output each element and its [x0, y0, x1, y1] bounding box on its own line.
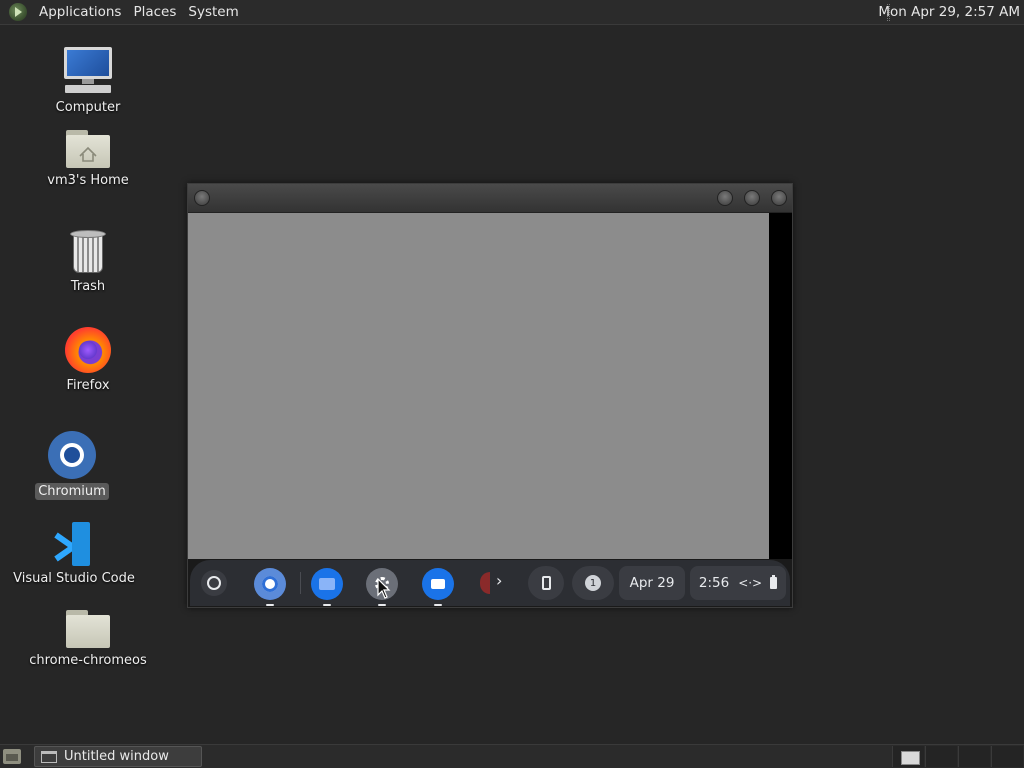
status-tray[interactable]: 2:56 <·>	[690, 566, 786, 600]
minimize-button[interactable]	[717, 190, 733, 206]
menu-system[interactable]: System	[182, 0, 244, 25]
app-window[interactable]: › 1 Apr 29 2:56 <·>	[187, 183, 793, 608]
shelf-divider	[300, 572, 301, 594]
status-time: 2:56	[698, 575, 730, 591]
desktop-icon-label: vm3's Home	[47, 173, 129, 188]
chromium-icon	[48, 431, 96, 479]
close-button[interactable]	[771, 190, 787, 206]
running-indicator	[323, 604, 331, 606]
partial-app-icon[interactable]	[480, 572, 490, 594]
menu-applications[interactable]: Applications	[33, 0, 127, 25]
desktop-icon-label: chrome-chromeos	[29, 653, 147, 668]
running-indicator	[378, 604, 386, 606]
desktop-icon-trash[interactable]: Trash	[18, 230, 158, 295]
launcher-button[interactable]	[201, 570, 227, 596]
desktop-icon-label: Chromium	[35, 483, 109, 500]
window-icon	[41, 750, 57, 763]
desktop-icon-label: Firefox	[66, 378, 110, 393]
desktop-icon-computer[interactable]: Computer	[18, 47, 158, 116]
trash-icon	[70, 230, 106, 274]
workspace-2[interactable]	[925, 746, 957, 767]
firefox-icon	[65, 327, 111, 373]
home-folder-icon	[66, 130, 110, 168]
desktop-icon-label: Trash	[70, 279, 106, 294]
computer-icon	[63, 47, 113, 95]
shelf-overflow-chevron-icon[interactable]: ›	[496, 571, 502, 590]
window-menu-button[interactable]	[194, 190, 210, 206]
maximize-button[interactable]	[744, 190, 760, 206]
distro-logo-icon[interactable]	[9, 3, 27, 21]
window-content[interactable]	[188, 213, 769, 559]
show-desktop-icon[interactable]	[3, 749, 21, 764]
chrome-icon[interactable]	[254, 568, 286, 606]
notification-count-badge: 1	[585, 575, 601, 591]
chromeos-shelf: › 1 Apr 29 2:56 <·>	[190, 560, 790, 606]
camera-icon[interactable]	[422, 568, 454, 606]
files-icon[interactable]	[311, 568, 343, 606]
taskbar-window-title: Untitled window	[64, 749, 169, 764]
date-tray[interactable]: Apr 29	[619, 566, 685, 600]
window-right-strip	[769, 213, 792, 559]
window-titlebar[interactable]	[188, 184, 792, 213]
taskbar-window-button[interactable]: Untitled window	[34, 746, 202, 767]
desktop-icon-chromium[interactable]: Chromium	[2, 431, 142, 500]
folder-icon	[66, 610, 110, 648]
desktop-icon-label: Visual Studio Code	[13, 571, 135, 586]
top-panel: Applications Places System Mon Apr 29, 2…	[0, 0, 1024, 25]
desktop-icon-home[interactable]: vm3's Home	[18, 130, 158, 189]
desktop-icon-label: Computer	[55, 100, 121, 115]
notification-tray[interactable]: 1	[572, 566, 614, 600]
desktop-icon-firefox[interactable]: Firefox	[18, 327, 158, 394]
battery-icon	[770, 575, 778, 589]
desktop-icon-vscode[interactable]: Visual Studio Code	[4, 522, 144, 587]
desktop-icon-chrome-chromeos[interactable]: chrome-chromeos	[18, 610, 158, 669]
workspace-1[interactable]	[892, 746, 924, 767]
workspace-4[interactable]	[991, 746, 1023, 767]
panel-clock[interactable]: Mon Apr 29, 2:57 AM	[878, 0, 1020, 25]
bottom-panel: Untitled window	[0, 744, 1024, 768]
phone-hub-icon[interactable]	[528, 566, 564, 600]
network-icon: <·>	[738, 576, 763, 590]
vscode-icon	[52, 522, 96, 566]
menu-places[interactable]: Places	[127, 0, 182, 25]
running-indicator	[434, 604, 442, 606]
workspace-3[interactable]	[958, 746, 990, 767]
running-indicator	[266, 604, 274, 606]
